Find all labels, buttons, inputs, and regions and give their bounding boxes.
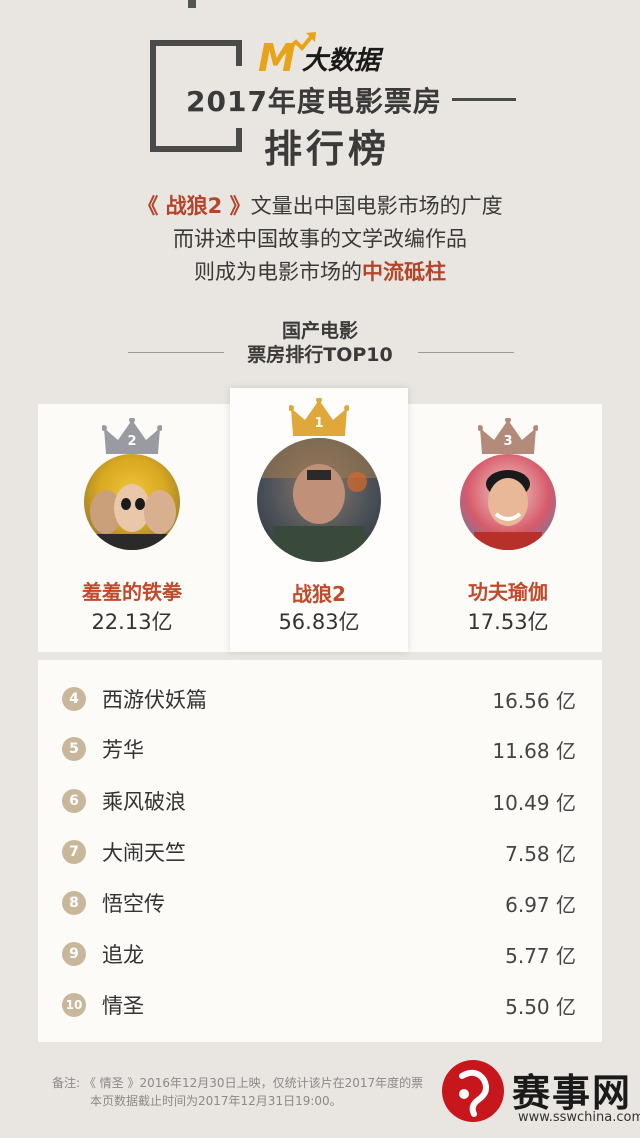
rank-badge: 6 bbox=[62, 789, 86, 813]
bracket-segment bbox=[236, 40, 242, 66]
rank-badge: 9 bbox=[62, 942, 86, 966]
rank-badge: 5 bbox=[62, 737, 86, 761]
movie-title: 战狼2 bbox=[292, 582, 346, 606]
movie-title: 西游伏妖篇 bbox=[102, 688, 207, 712]
crown-rank: 3 bbox=[503, 434, 513, 449]
page-subtitle: 排行榜 bbox=[264, 127, 391, 171]
movie-title: 芳华 bbox=[102, 738, 144, 762]
brand-logo-icon bbox=[442, 1060, 504, 1122]
intro-highlight: 《 战狼2 》 bbox=[137, 194, 251, 218]
movie-poster-avatar bbox=[257, 438, 381, 562]
brand-name: 赛事网 bbox=[512, 1071, 633, 1115]
movie-title: 羞羞的铁拳 bbox=[82, 580, 182, 604]
section-subtitle: 票房排行TOP10 bbox=[247, 344, 393, 366]
movie-title: 大闹天竺 bbox=[102, 841, 186, 865]
box-office-value: 5.50 亿 bbox=[505, 995, 576, 1019]
intro-line-2: 而讲述中国故事的文学改编作品 bbox=[173, 227, 467, 251]
intro-highlight: 中流砥柱 bbox=[362, 260, 446, 284]
box-office-value: 11.68 亿 bbox=[492, 739, 576, 763]
movie-title: 情圣 bbox=[102, 994, 144, 1018]
box-office-value: 10.49 亿 bbox=[492, 791, 576, 815]
divider bbox=[128, 352, 224, 353]
rank-badge: 10 bbox=[62, 993, 86, 1017]
rank-badge: 7 bbox=[62, 840, 86, 864]
list-item[interactable]: 6 乘风破浪 10.49 亿 bbox=[38, 775, 602, 825]
logo: M 大数据 bbox=[258, 32, 380, 80]
movie-poster-avatar bbox=[460, 454, 556, 550]
box-office-value: 56.83亿 bbox=[278, 610, 360, 634]
intro-line-3: 则成为电影市场的中流砥柱 bbox=[0, 256, 640, 286]
box-office-value: 17.53亿 bbox=[467, 610, 549, 634]
list-item[interactable]: 5 芳华 11.68 亿 bbox=[38, 723, 602, 773]
movie-title: 功夫瑜伽 bbox=[468, 580, 548, 604]
intro-text: 则成为电影市场的 bbox=[194, 260, 362, 284]
box-office-value: 6.97 亿 bbox=[505, 893, 576, 917]
bracket-segment bbox=[236, 128, 242, 152]
brand-url: www.sswchina.com bbox=[518, 1110, 640, 1125]
logo-arrow-icon bbox=[278, 32, 316, 58]
title-rule bbox=[452, 98, 516, 101]
intro-line-1: 《 战狼2 》文量出中国电影市场的广度 bbox=[0, 190, 640, 220]
box-office-value: 5.77 亿 bbox=[505, 944, 576, 968]
watermark-brand: 赛事网 www.sswchina.com bbox=[440, 1054, 640, 1138]
podium-card-featured: 1 战狼2 56.83亿 bbox=[230, 388, 408, 652]
rank-badge: 8 bbox=[62, 891, 86, 915]
movie-poster-avatar bbox=[84, 454, 180, 550]
list-item[interactable]: 7 大闹天竺 7.58 亿 bbox=[38, 826, 602, 876]
top-tick bbox=[188, 0, 196, 8]
box-office-value: 22.13亿 bbox=[91, 610, 173, 634]
movie-title: 悟空传 bbox=[102, 892, 165, 916]
section-title: 国产电影 bbox=[281, 320, 358, 342]
movie-title: 追龙 bbox=[102, 943, 144, 967]
footnote: 备注: 《 情圣 》2016年12月30日上映，仅统计该片在2017年度的票 bbox=[52, 1076, 424, 1090]
list-item[interactable]: 9 追龙 5.77 亿 bbox=[38, 928, 602, 978]
footnote: 本页数据截止时间为2017年12月31日19:00。 bbox=[90, 1094, 342, 1108]
crown-rank: 1 bbox=[314, 416, 324, 431]
box-office-value: 16.56 亿 bbox=[492, 689, 576, 713]
list-item[interactable]: 10 情圣 5.50 亿 bbox=[38, 979, 602, 1029]
movie-title: 乘风破浪 bbox=[102, 790, 186, 814]
list-item[interactable]: 4 西游伏妖篇 16.56 亿 bbox=[38, 673, 602, 723]
ranking-list: 4 西游伏妖篇 16.56 亿 5 芳华 11.68 亿 6 乘风破浪 10.4… bbox=[38, 660, 602, 1042]
divider bbox=[418, 352, 514, 353]
box-office-value: 7.58 亿 bbox=[505, 842, 576, 866]
list-item[interactable]: 8 悟空传 6.97 亿 bbox=[38, 877, 602, 927]
rank-badge: 4 bbox=[62, 687, 86, 711]
intro-text: 文量出中国电影市场的广度 bbox=[250, 194, 503, 218]
crown-rank: 2 bbox=[127, 434, 137, 449]
page-title: 2017年度电影票房 bbox=[186, 85, 442, 118]
